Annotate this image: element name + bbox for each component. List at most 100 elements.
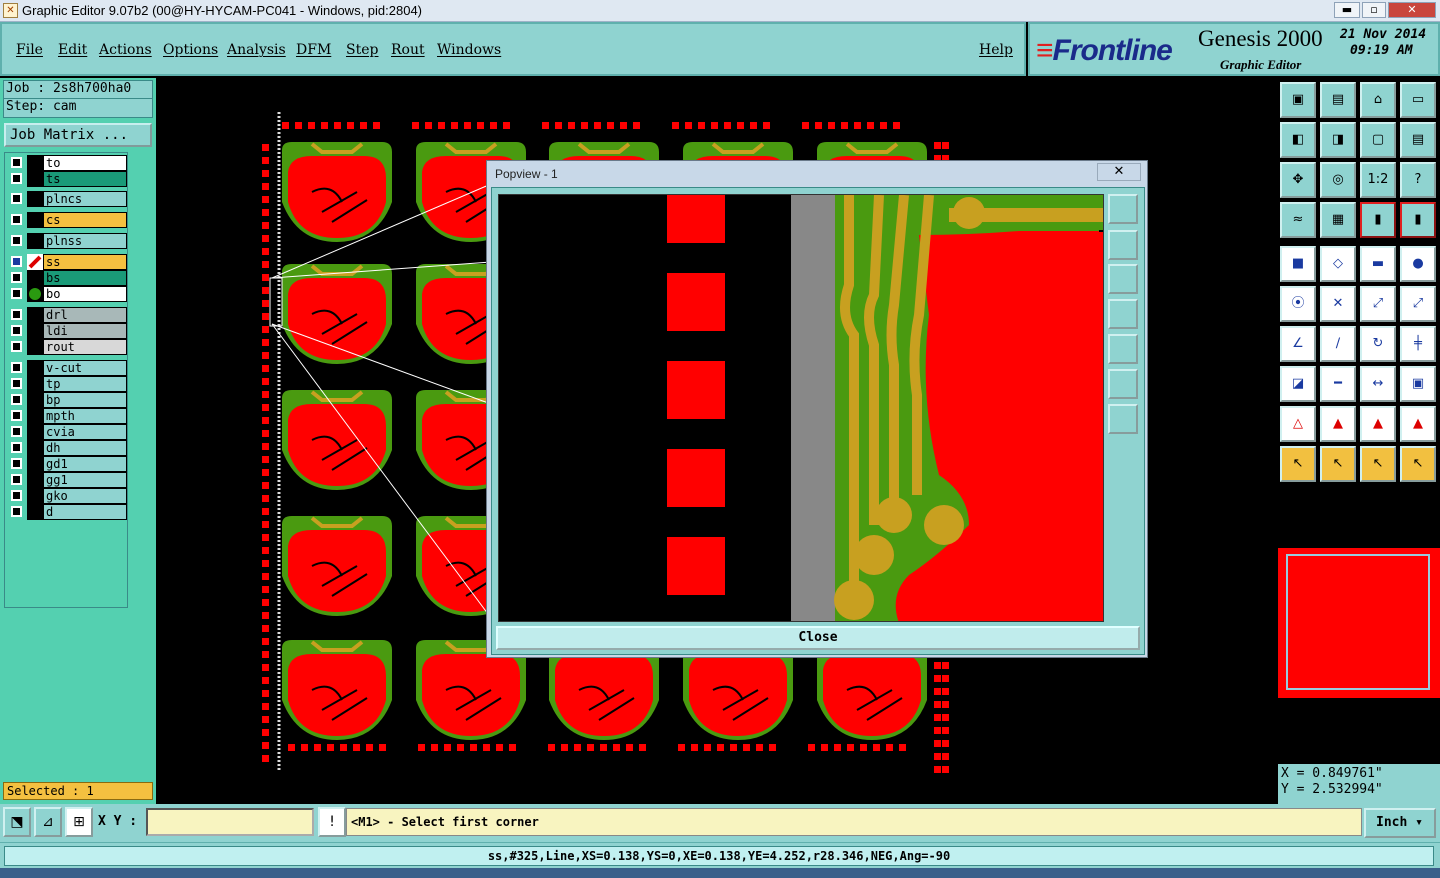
layer-checkbox[interactable] <box>11 394 22 405</box>
layer-name[interactable]: mpth <box>43 408 127 424</box>
snap-tool-button[interactable]: ⊞ <box>65 807 93 837</box>
layer-checkbox[interactable] <box>11 474 22 485</box>
measure-tool-button[interactable]: ⊿ <box>34 807 62 837</box>
pan-left-tool[interactable]: ◧ <box>1280 122 1316 158</box>
popview-zoom-out-tool[interactable] <box>1108 369 1138 399</box>
layer-compare-red-tool[interactable]: ▮ <box>1400 202 1436 238</box>
layer-name[interactable]: bs <box>43 270 127 286</box>
connect-tool[interactable]: ⦿ <box>1280 286 1316 322</box>
pad-tool[interactable]: ■ <box>1280 246 1316 282</box>
layer-checkbox[interactable] <box>11 442 22 453</box>
ratio-tool[interactable]: 1:2 <box>1360 162 1396 198</box>
layer-row-gd1[interactable]: gd1 <box>7 456 127 472</box>
layer-checkbox[interactable] <box>11 173 22 184</box>
pan-right-tool[interactable]: ◨ <box>1320 122 1356 158</box>
triangle-red-tool[interactable]: ▲ <box>1360 406 1396 442</box>
layer-row-plncs[interactable]: plncs <box>7 191 127 207</box>
layer-checkbox[interactable] <box>11 157 22 168</box>
menu-help[interactable]: Help <box>979 42 1013 58</box>
unit-selector[interactable]: Inch ▾ <box>1364 808 1436 838</box>
layer-row-cvia[interactable]: cvia <box>7 424 127 440</box>
layer-row-gg1[interactable]: gg1 <box>7 472 127 488</box>
layer-name[interactable]: gko <box>43 488 127 504</box>
layer-checkbox[interactable] <box>11 490 22 501</box>
fit-tool[interactable]: ✥ <box>1280 162 1316 198</box>
popview-close-icon[interactable]: ✕ <box>1097 163 1141 181</box>
menu-edit[interactable]: Edit <box>58 42 87 58</box>
layer-name[interactable]: dh <box>43 440 127 456</box>
menu-dfm[interactable]: DFM <box>296 42 331 58</box>
layer-compare-tool[interactable]: ▮ <box>1360 202 1396 238</box>
layer-checkbox[interactable] <box>11 378 22 389</box>
menu-file[interactable]: File <box>16 42 43 58</box>
measure-tool[interactable]: ≈ <box>1280 202 1316 238</box>
layer-name[interactable]: cs <box>43 212 127 228</box>
layer-row-to[interactable]: to <box>7 155 127 171</box>
minimize-button[interactable]: ▬ <box>1334 2 1360 18</box>
layer-name[interactable]: gg1 <box>43 472 127 488</box>
distance-tool[interactable]: ↔ <box>1360 366 1396 402</box>
layer-checkbox[interactable] <box>11 341 22 352</box>
page-down-tool[interactable]: ▤ <box>1320 82 1356 118</box>
layer-checkbox[interactable] <box>11 214 22 225</box>
select-tool[interactable]: ↖ <box>1280 446 1316 482</box>
layer-row-ldi[interactable]: ldi <box>7 323 127 339</box>
menu-actions[interactable]: Actions <box>99 42 152 58</box>
line-add-tool[interactable]: ⤢ <box>1360 286 1396 322</box>
layer-checkbox[interactable] <box>11 458 22 469</box>
layer-checkbox[interactable] <box>11 309 22 320</box>
help-tool[interactable]: ? <box>1400 162 1436 198</box>
cut-line-tool[interactable]: ━ <box>1320 366 1356 402</box>
layer-row-tp[interactable]: tp <box>7 376 127 392</box>
layer-row-rout[interactable]: rout <box>7 339 127 355</box>
xy-input[interactable] <box>146 808 314 836</box>
layer-row-ts[interactable]: ts <box>7 171 127 187</box>
overview-map[interactable] <box>1278 548 1440 698</box>
ruler-tool[interactable]: ▬ <box>1360 246 1396 282</box>
layer-checkbox[interactable] <box>11 506 22 517</box>
layer-row-cs[interactable]: cs <box>7 212 127 228</box>
popview-pan-down-tool[interactable] <box>1108 264 1138 294</box>
layer-name[interactable]: rout <box>43 339 127 355</box>
popview-pan-up-tool[interactable] <box>1108 230 1138 260</box>
page-up-tool[interactable]: ▣ <box>1280 82 1316 118</box>
layer-name[interactable]: tp <box>43 376 127 392</box>
layer-row-dh[interactable]: dh <box>7 440 127 456</box>
layer-name[interactable]: ldi <box>43 323 127 339</box>
select-box-tool[interactable]: ↖ <box>1320 446 1356 482</box>
layer-name[interactable]: bp <box>43 392 127 408</box>
layer-row-ss[interactable]: ss <box>7 254 127 270</box>
layer-row-bp[interactable]: bp <box>7 392 127 408</box>
select-circle-tool[interactable]: ↖ <box>1360 446 1396 482</box>
layer-checkbox[interactable] <box>11 235 22 246</box>
group-tool[interactable]: ▣ <box>1400 366 1436 402</box>
popview-zoom-view[interactable] <box>498 194 1104 622</box>
popview-pan-right-tool[interactable] <box>1108 334 1138 364</box>
slash-tool[interactable]: ∕ <box>1320 326 1356 362</box>
angle-tool[interactable]: ∠ <box>1280 326 1316 362</box>
layer-row-drl[interactable]: drl <box>7 307 127 323</box>
move-tool[interactable]: ◪ <box>1280 366 1316 402</box>
window-tool[interactable]: ▭ <box>1400 82 1436 118</box>
popview-zoom-in-tool[interactable] <box>1108 404 1138 434</box>
layer-row-v-cut[interactable]: v-cut <box>7 360 127 376</box>
layer-row-plnss[interactable]: plnss <box>7 233 127 249</box>
menu-analysis[interactable]: Analysis <box>227 42 286 58</box>
popview-pan-left-tool[interactable] <box>1108 299 1138 329</box>
layer-row-bo[interactable]: bo <box>7 286 127 302</box>
triangle-blue-tool[interactable]: ▲ <box>1400 406 1436 442</box>
menu-rout[interactable]: Rout <box>391 42 425 58</box>
layer-name[interactable]: to <box>43 155 127 171</box>
window-close-button[interactable]: ✕ <box>1388 2 1436 18</box>
job-matrix-button[interactable]: Job Matrix ... <box>4 123 152 147</box>
swap-tool[interactable]: ▤ <box>1400 122 1436 158</box>
layer-name[interactable]: plnss <box>43 233 127 249</box>
layer-row-bs[interactable]: bs <box>7 270 127 286</box>
arc-tool[interactable]: △ <box>1280 406 1316 442</box>
layer-name[interactable]: v-cut <box>43 360 127 376</box>
layer-row-mpth[interactable]: mpth <box>7 408 127 424</box>
polygon-tool[interactable]: ◇ <box>1320 246 1356 282</box>
layer-name[interactable]: ts <box>43 171 127 187</box>
center-tool[interactable]: ◎ <box>1320 162 1356 198</box>
select-path-tool[interactable]: ↖ <box>1400 446 1436 482</box>
